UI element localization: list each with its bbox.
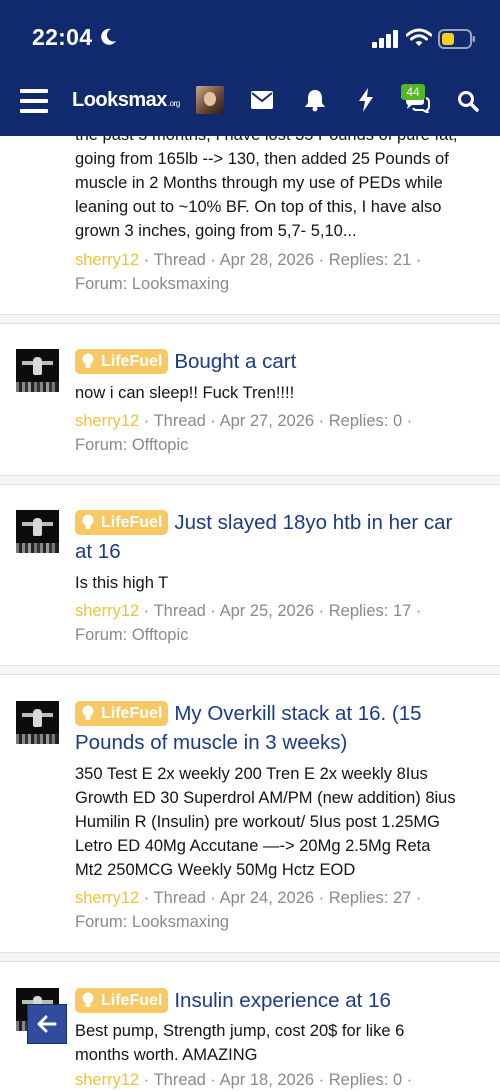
result-meta: sherry12 · Thread · Apr 24, 2026 · Repli… bbox=[75, 886, 421, 910]
avatar[interactable] bbox=[16, 510, 59, 553]
result-meta: sherry12 · Thread · Apr 18, 2026 · Repli… bbox=[75, 1068, 412, 1092]
site-logo[interactable]: Lᴏᴏksmax.org bbox=[72, 89, 180, 112]
lightbulb-icon bbox=[82, 705, 94, 720]
divider bbox=[0, 665, 500, 675]
meta-text: · Thread · Apr 27, 2026 · Replies: 0 · bbox=[139, 412, 413, 430]
divider bbox=[0, 952, 500, 962]
username-link[interactable]: sherry12 bbox=[75, 412, 139, 430]
app-header: 22:04 Lᴏᴏksmax.org 44 bbox=[0, 0, 500, 136]
back-button[interactable] bbox=[27, 1004, 67, 1044]
username-link[interactable]: sherry12 bbox=[75, 1071, 139, 1089]
inbox-envelope-icon[interactable] bbox=[251, 91, 273, 109]
thread-title-text[interactable]: Pounds of muscle in 3 weeks) bbox=[75, 728, 347, 757]
snippet-line: muscle in 2 Months through my use of PED… bbox=[75, 174, 443, 192]
meta-text: · Thread · Apr 18, 2026 · Replies: 0 · bbox=[139, 1071, 413, 1089]
meta-text: · Thread · Apr 28, 2026 · Replies: 21 · bbox=[139, 251, 422, 269]
thread-title-text[interactable]: Insulin experience at 16 bbox=[174, 989, 391, 1012]
lightbulb-icon bbox=[82, 992, 94, 1007]
status-time: 22:04 bbox=[32, 24, 93, 50]
lightning-bolt-icon[interactable] bbox=[358, 88, 374, 112]
divider bbox=[0, 314, 500, 324]
prefix-badge: LifeFuel bbox=[75, 701, 169, 726]
user-avatar[interactable] bbox=[196, 86, 224, 114]
snippet-line: going from 165lb --> 130, then added 25 … bbox=[75, 150, 449, 168]
prefix-badge: LifeFuel bbox=[75, 988, 169, 1013]
battery-icon bbox=[438, 29, 475, 49]
result-meta: sherry12 · Thread · Apr 27, 2026 · Repli… bbox=[75, 409, 412, 433]
forum-link[interactable]: Forum: Looksmaxing bbox=[75, 272, 229, 296]
moon-icon bbox=[101, 28, 116, 45]
result-meta: sherry12 · Thread · Apr 28, 2026 · Repli… bbox=[75, 248, 421, 272]
snippet-line: Growth ED 30 Superdrol AM/PM (new additi… bbox=[75, 789, 456, 807]
username-link[interactable]: sherry12 bbox=[75, 251, 139, 269]
lightbulb-icon bbox=[82, 514, 94, 529]
prefix-badge: LifeFuel bbox=[75, 349, 169, 374]
thread-title-text[interactable]: Just slayed 18yo htb in her car bbox=[174, 511, 452, 534]
meta-text: · Thread · Apr 25, 2026 · Replies: 17 · bbox=[139, 602, 422, 620]
prefix-badge: LifeFuel bbox=[75, 510, 169, 535]
username-link[interactable]: sherry12 bbox=[75, 602, 139, 620]
snippet-line: Is this high T bbox=[75, 574, 169, 592]
forum-link[interactable]: Forum: Offtopic bbox=[75, 623, 188, 647]
snippet-line: Best pump, Strength jump, cost 20$ for l… bbox=[75, 1022, 405, 1040]
snippet-line: now i can sleep!! Fuck Tren!!!! bbox=[75, 384, 295, 402]
snippet-line: 350 Test E 2x weekly 200 Tren E 2x weekl… bbox=[75, 765, 428, 783]
search-icon[interactable] bbox=[457, 90, 479, 112]
thread-title[interactable]: LifeFuel Insulin experience at 16 bbox=[75, 986, 391, 1015]
unread-count-badge: 44 bbox=[401, 84, 425, 100]
result-meta: sherry12 · Thread · Apr 25, 2026 · Repli… bbox=[75, 599, 421, 623]
snippet-line: grown 3 inches, going from 5,7- 5,10... bbox=[75, 222, 357, 240]
thread-title[interactable]: LifeFuel My Overkill stack at 16. (15 bbox=[75, 699, 422, 728]
avatar[interactable] bbox=[16, 349, 59, 392]
avatar[interactable] bbox=[16, 701, 59, 744]
thread-title-text[interactable]: My Overkill stack at 16. (15 bbox=[174, 702, 421, 725]
snippet-line: months worth. AMAZING bbox=[75, 1046, 258, 1064]
username-link[interactable]: sherry12 bbox=[75, 889, 139, 907]
cellular-signal-icon bbox=[372, 30, 398, 48]
thread-title[interactable]: LifeFuel Just slayed 18yo htb in her car bbox=[75, 508, 452, 537]
lightbulb-icon bbox=[82, 353, 94, 368]
snippet-line: Humilin R (Insulin) pre workout/ 5Ius po… bbox=[75, 813, 440, 831]
arrow-left-icon bbox=[37, 1015, 57, 1033]
thread-title-text[interactable]: at 16 bbox=[75, 537, 121, 566]
snippet-line: leaning out to ~10% BF. On top of this, … bbox=[75, 198, 442, 216]
forum-link[interactable]: Forum: Offtopic bbox=[75, 433, 188, 457]
thread-title-text[interactable]: Bought a cart bbox=[174, 350, 296, 373]
bell-icon[interactable] bbox=[304, 88, 326, 112]
forum-link[interactable]: Forum: Looksmaxing bbox=[75, 910, 229, 934]
hamburger-menu-icon[interactable] bbox=[20, 89, 48, 113]
thread-title[interactable]: LifeFuel Bought a cart bbox=[75, 347, 296, 376]
divider bbox=[0, 475, 500, 485]
meta-text: · Thread · Apr 24, 2026 · Replies: 27 · bbox=[139, 889, 422, 907]
snippet-line: Letro ED 40Mg Accutane —-> 20Mg 2.5Mg Re… bbox=[75, 837, 431, 855]
wifi-icon bbox=[406, 28, 432, 46]
snippet-line: Mt2 250MCG Weekly 50Mg Hctz EOD bbox=[75, 861, 356, 879]
